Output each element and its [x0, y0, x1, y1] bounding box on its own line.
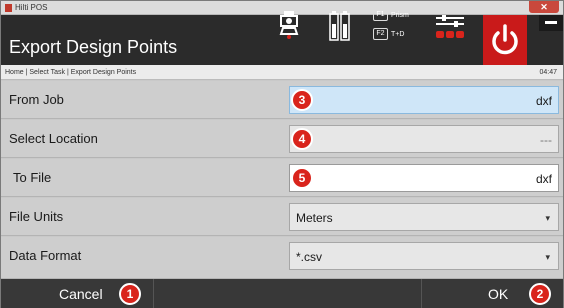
file-units-value: Meters: [296, 211, 333, 225]
footer-bar: Cancel 1 OK 2: [1, 279, 563, 308]
step-badge-2: 2: [529, 283, 551, 305]
breadcrumb[interactable]: Home | Select Task | Export Design Point…: [5, 68, 136, 77]
from-job-value: dxf: [535, 94, 552, 108]
ok-button[interactable]: OK 2: [421, 279, 563, 308]
file-units-select[interactable]: Meters ▾: [289, 203, 559, 231]
step-badge-1: 1: [119, 283, 141, 305]
fkey-f1-label: Prism: [391, 11, 409, 19]
cancel-label: Cancel: [59, 286, 103, 302]
from-job-label: From Job: [9, 92, 64, 107]
app-logo-icon: [5, 4, 12, 12]
power-icon: [492, 24, 518, 55]
minimize-button[interactable]: [539, 15, 563, 31]
select-location-label: Select Location: [9, 131, 98, 146]
row-file-units: File Units Meters ▾: [1, 198, 563, 236]
instrument-icon[interactable]: [277, 10, 301, 42]
ok-label: OK: [488, 286, 509, 302]
to-file-value: dxf: [535, 172, 552, 186]
footer-divider: [153, 279, 154, 308]
row-to-file: To File dxf 5: [1, 159, 563, 197]
breadcrumb-bar: Home | Select Task | Export Design Point…: [1, 65, 563, 80]
fkey-f2-key: F2: [373, 28, 388, 40]
row-from-job: From Job dxf 3: [1, 81, 563, 119]
cancel-button[interactable]: Cancel 1: [1, 279, 153, 308]
fkey-f2-label: T+D: [391, 30, 405, 38]
data-format-select[interactable]: *.csv ▾: [289, 242, 559, 270]
from-job-field[interactable]: dxf: [289, 86, 559, 114]
window-title: Hilti POS: [15, 3, 48, 12]
battery-icon[interactable]: [329, 10, 351, 42]
data-format-value: *.csv: [296, 250, 323, 264]
page-title: Export Design Points: [9, 37, 178, 57]
to-file-field[interactable]: dxf: [289, 164, 559, 192]
step-badge-5: 5: [291, 167, 313, 189]
fkey-row-f1[interactable]: F1 Prism: [373, 7, 423, 23]
minimize-icon: [545, 21, 557, 24]
fkey-row-f2[interactable]: F2 T+D: [373, 26, 423, 42]
dropdown-arrow-icon: ▾: [545, 213, 550, 223]
select-location-value: ---: [540, 133, 552, 147]
data-format-label: Data Format: [9, 248, 82, 263]
dropdown-arrow-icon: ▾: [545, 252, 550, 262]
settings-sliders-icon[interactable]: [434, 10, 466, 42]
step-badge-3: 3: [291, 89, 313, 111]
close-window-button[interactable]: ✕: [529, 1, 559, 13]
power-button[interactable]: [483, 15, 527, 65]
step-badge-4: 4: [291, 128, 313, 150]
file-units-label: File Units: [9, 209, 64, 224]
row-select-location: Select Location --- 4: [1, 120, 563, 158]
function-keys: F1 Prism F2 T+D: [373, 7, 423, 47]
row-data-format: Data Format *.csv ▾: [1, 237, 563, 279]
clock: 04:47: [539, 69, 557, 76]
select-location-field[interactable]: ---: [289, 125, 559, 153]
app-window: Hilti POS ✕ Export Design Points F1 Pris…: [0, 0, 564, 308]
fkey-f1-key: F1: [373, 9, 388, 21]
to-file-label: To File: [13, 170, 52, 185]
